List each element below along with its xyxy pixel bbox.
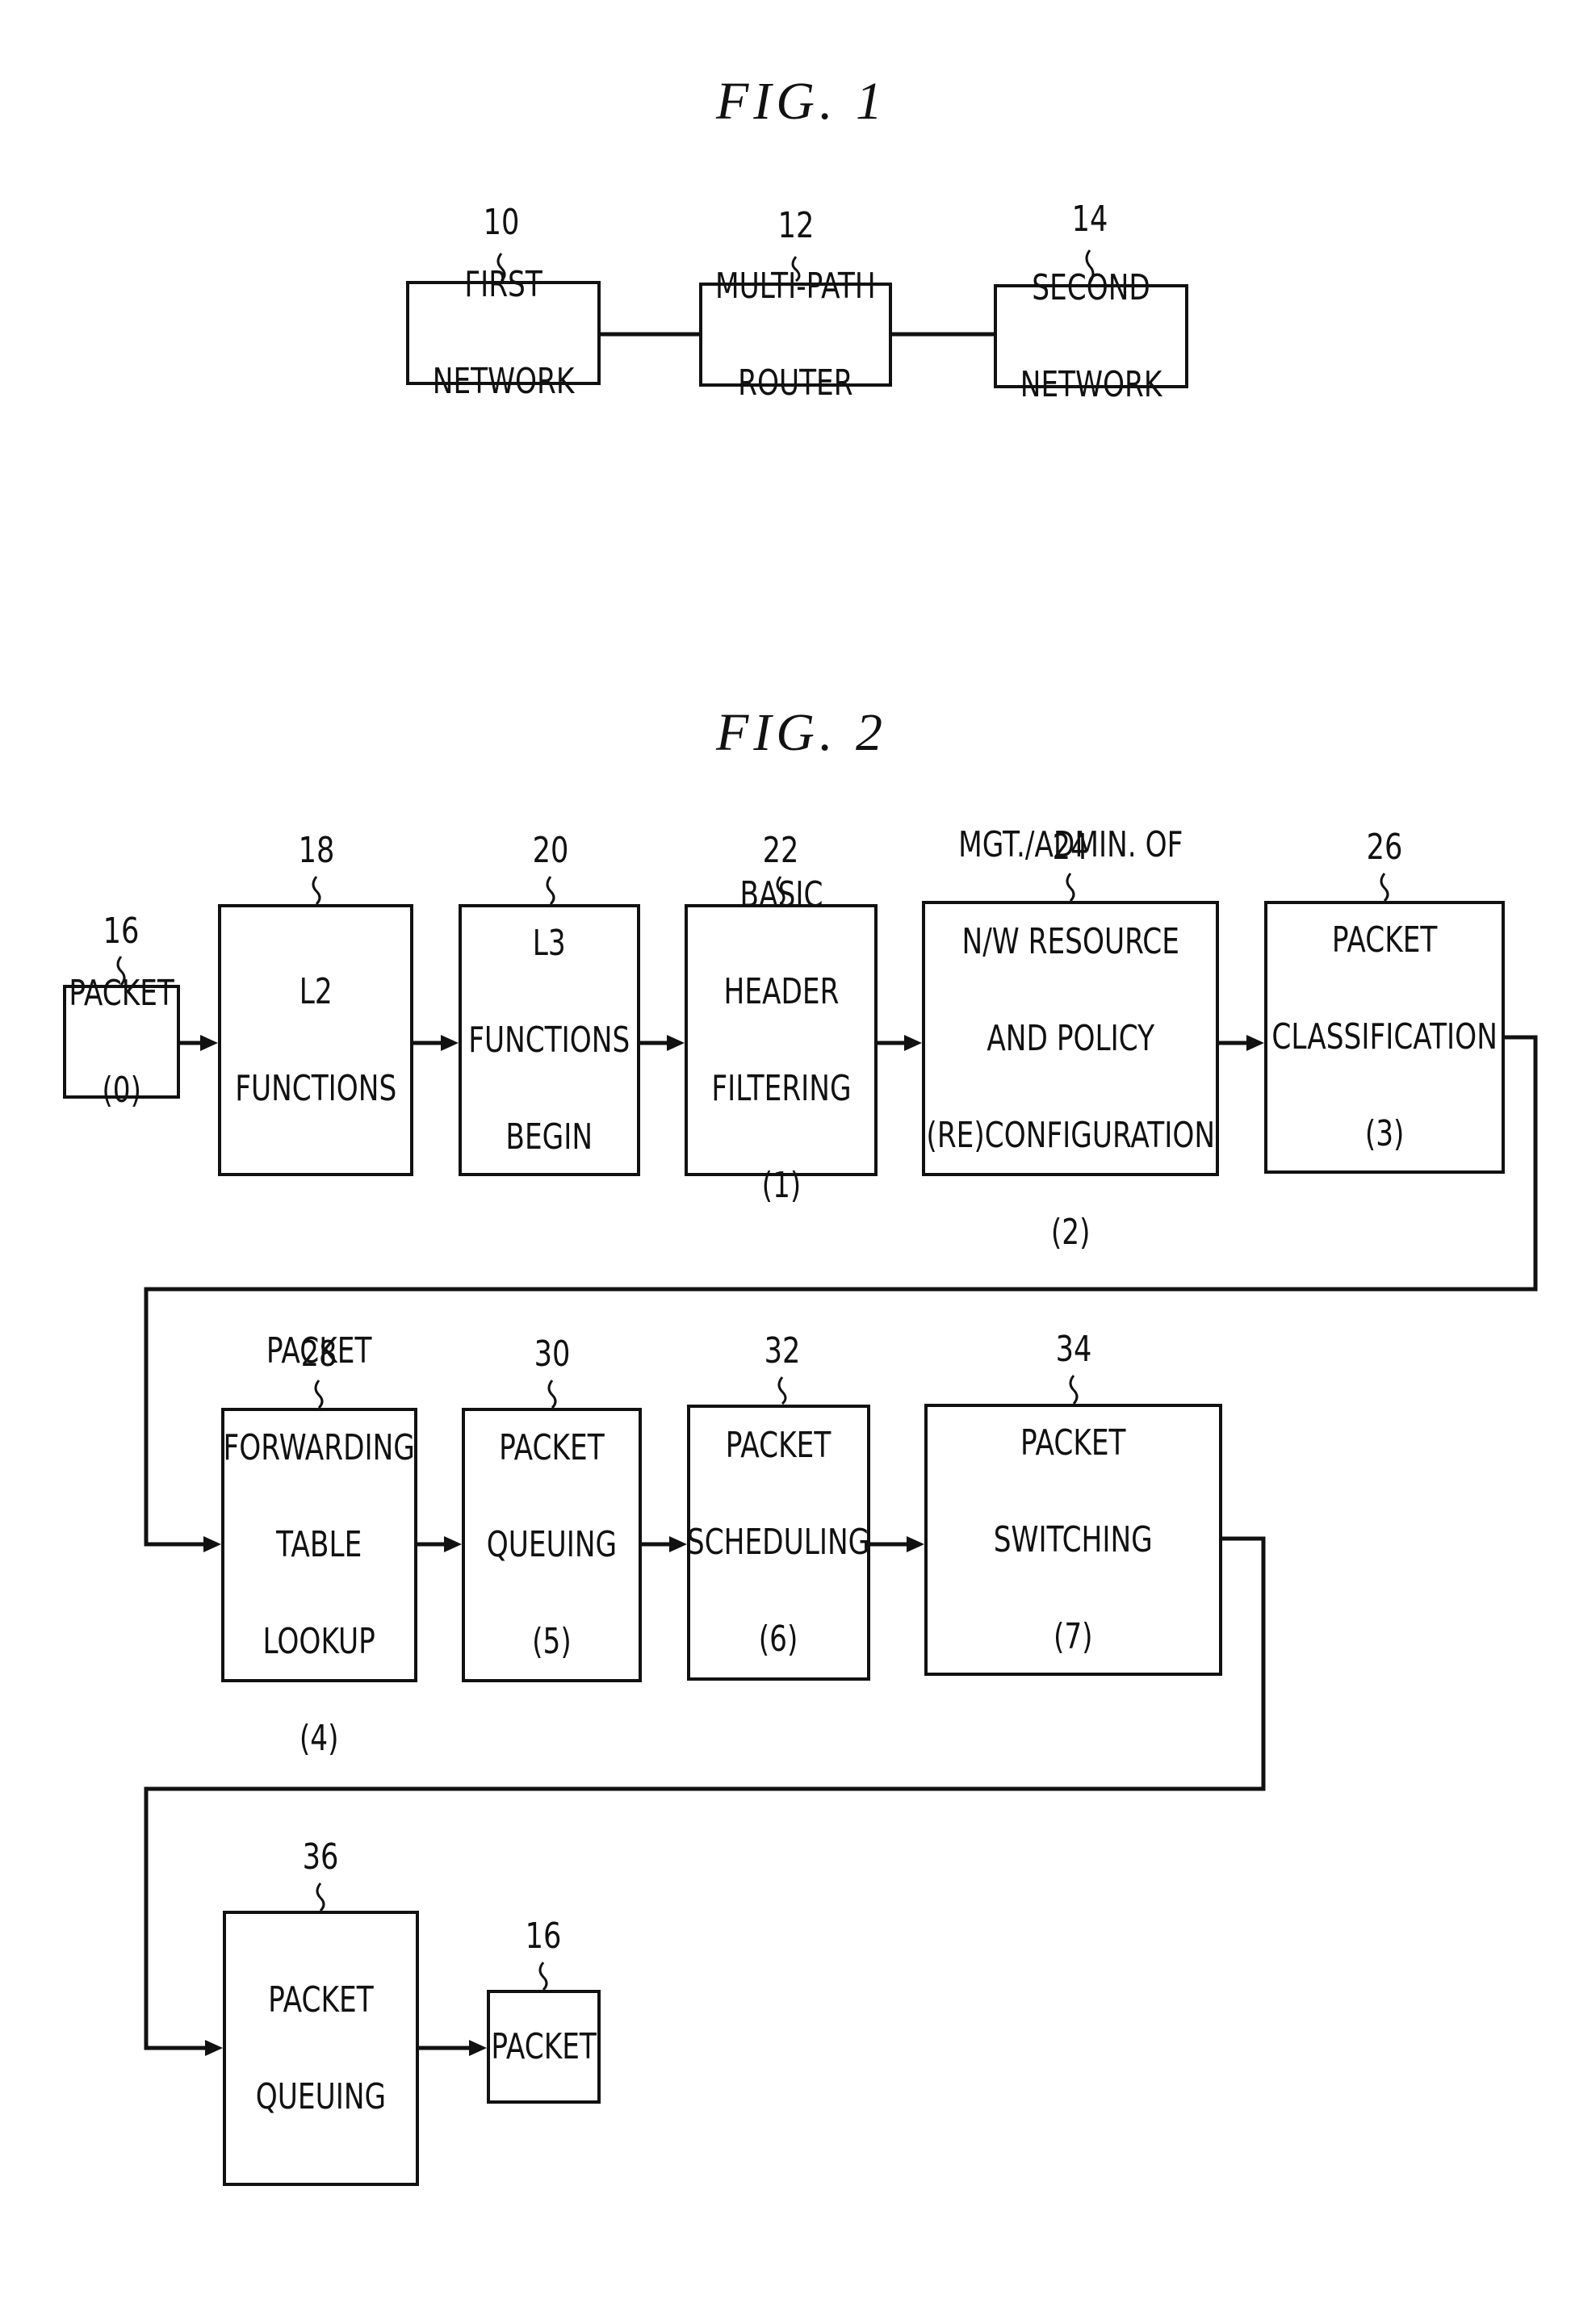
block-label: L3 FUNCTIONS BEGIN [468, 922, 630, 1158]
block-packet-output: PACKET [487, 1990, 601, 2104]
leader-36 [316, 1882, 325, 1912]
arrowhead-24 [904, 1035, 922, 1051]
block-packet-scheduling: PACKET SCHEDULING (6) [687, 1405, 870, 1681]
arrowhead-36 [205, 2040, 223, 2056]
block-label: PACKET QUEUING (5) [486, 1427, 618, 1662]
reference-numeral-32: 32 [764, 1330, 801, 1371]
leader-18 [312, 876, 321, 906]
block-l3-functions-begin: L3 FUNCTIONS BEGIN [459, 904, 640, 1176]
arrowhead-18 [200, 1035, 218, 1051]
reference-numeral-16-output: 16 [525, 1916, 562, 1957]
arrowhead-20 [441, 1035, 459, 1051]
reference-numeral-34: 34 [1055, 1329, 1092, 1370]
block-packet-queuing-output: PACKET QUEUING [223, 1911, 419, 2186]
block-label: MGT./ADMIN. OF N/W RESOURCE AND POLICY (… [926, 823, 1215, 1253]
figure-2-title: FIG. 2 [716, 703, 887, 762]
block-l2-functions: L2 FUNCTIONS [218, 904, 413, 1176]
block-label: SECOND NETWORK [1020, 266, 1162, 405]
block-label: PACKET QUEUING [255, 1979, 387, 2117]
block-label: PACKET CLASSIFICATION (3) [1271, 919, 1498, 1154]
arrowhead-26 [1246, 1035, 1264, 1051]
block-first-network: FIRST NETWORK [406, 264, 601, 402]
reference-numeral-20: 20 [532, 830, 569, 871]
block-packet-switching: PACKET SWITCHING (7) [924, 1404, 1222, 1676]
reference-numeral-30: 30 [534, 1334, 571, 1375]
reference-numeral-36: 36 [302, 1836, 339, 1878]
block-label: PACKET SCHEDULING (6) [687, 1425, 870, 1660]
arrowhead-32 [669, 1536, 687, 1552]
arrowhead-30 [444, 1536, 462, 1552]
block-label: PACKET (0) [69, 972, 174, 1111]
block-label: BASIC HEADER FILTERING (1) [710, 873, 852, 1206]
arrowhead-16-out [469, 2040, 487, 2056]
block-second-network: SECOND NETWORK [994, 267, 1188, 405]
block-label: MULTI-PATH ROUTER [715, 265, 876, 404]
block-label: PACKET FORWARDING TABLE LOOKUP (4) [223, 1330, 416, 1759]
block-multi-path-router: MULTI-PATH ROUTER [699, 266, 892, 404]
block-mgt-admin-resource-policy: MGT./ADMIN. OF N/W RESOURCE AND POLICY (… [922, 824, 1219, 1253]
block-packet-input: PACKET (0) [63, 973, 180, 1111]
patent-drawing-sheet: FIG. 1 10 FIRST NETWORK 12 MULTI-PATH RO… [0, 0, 1596, 2320]
block-packet-forwarding-table-lookup: PACKET FORWARDING TABLE LOOKUP (4) [221, 1330, 417, 1759]
block-packet-queuing: PACKET QUEUING (5) [462, 1408, 642, 1682]
block-label: FIRST NETWORK [432, 263, 575, 402]
block-label: PACKET SWITCHING (7) [994, 1422, 1153, 1657]
block-label: PACKET [491, 2025, 597, 2067]
figure-1-title: FIG. 1 [716, 72, 887, 131]
block-basic-header-filtering: BASIC HEADER FILTERING (1) [685, 874, 878, 1206]
block-label: L2 FUNCTIONS [234, 970, 397, 1109]
arrowhead-28 [203, 1536, 221, 1552]
arrowhead-22 [667, 1035, 685, 1051]
reference-numeral-26: 26 [1366, 827, 1403, 868]
reference-numeral-18: 18 [298, 830, 335, 871]
arrowhead-34 [907, 1536, 924, 1552]
block-packet-classification: PACKET CLASSIFICATION (3) [1264, 901, 1505, 1174]
